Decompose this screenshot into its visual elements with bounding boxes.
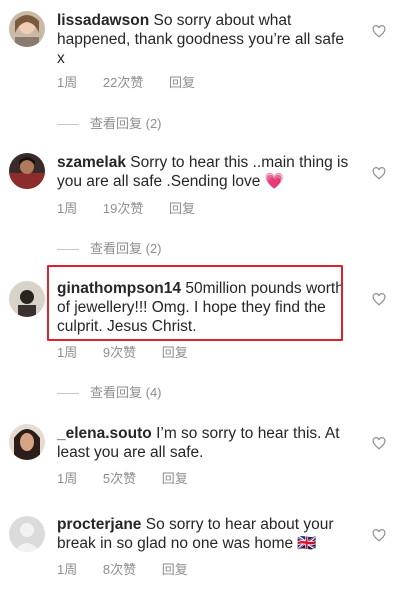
profile-photo-icon: [9, 424, 45, 460]
comment-text: szamelak Sorry to hear this ..main thing…: [57, 153, 349, 191]
reply-button[interactable]: 回复: [162, 559, 188, 578]
comment-time: 1周: [57, 562, 78, 577]
view-replies-label: 查看回复 (2): [90, 241, 162, 256]
comment-meta: 1周 22次赞 回复: [57, 72, 217, 91]
like-count[interactable]: 9次赞: [103, 342, 136, 361]
comment-time: 1周: [57, 201, 78, 216]
view-replies-link[interactable]: 查看回复 (2): [57, 113, 162, 132]
view-replies-link[interactable]: 查看回复 (2): [57, 238, 162, 257]
avatar[interactable]: [9, 281, 45, 317]
profile-photo-icon: [9, 153, 45, 189]
comment-meta: 1周 9次赞 回复: [57, 342, 210, 361]
avatar[interactable]: [9, 516, 45, 552]
comment-text: procterjane So sorry to hear about your …: [57, 515, 349, 553]
reply-button[interactable]: 回复: [169, 72, 195, 91]
comment-time: 1周: [57, 471, 78, 486]
comment-meta: 1周 8次赞 回复: [57, 559, 210, 578]
heart-outline-icon[interactable]: [372, 529, 386, 542]
heart-outline-icon[interactable]: [372, 293, 386, 306]
comment-time: 1周: [57, 75, 78, 90]
profile-photo-icon: [9, 281, 45, 317]
like-count[interactable]: 8次赞: [103, 559, 136, 578]
divider-line: [57, 124, 79, 126]
like-count[interactable]: 5次赞: [103, 468, 136, 487]
avatar[interactable]: [9, 424, 45, 460]
comment-meta: 1周 19次赞 回复: [57, 198, 217, 217]
comment-username[interactable]: procterjane: [57, 516, 141, 533]
view-replies-label: 查看回复 (2): [90, 116, 162, 131]
heart-outline-icon[interactable]: [372, 25, 386, 38]
reply-button[interactable]: 回复: [169, 198, 195, 217]
comment-meta: 1周 5次赞 回复: [57, 468, 210, 487]
highlight-box: [47, 265, 343, 341]
like-count[interactable]: 19次赞: [103, 198, 143, 217]
profile-photo-icon: [9, 11, 45, 47]
comment-username[interactable]: lissadawson: [57, 12, 149, 29]
divider-line: [57, 393, 79, 395]
default-avatar-icon: [9, 516, 45, 552]
comment-time: 1周: [57, 345, 78, 360]
view-replies-label: 查看回复 (4): [90, 385, 162, 400]
comment-username[interactable]: _elena.souto: [57, 425, 152, 442]
like-count[interactable]: 22次赞: [103, 72, 143, 91]
comment-text: _elena.souto I’m so sorry to hear this. …: [57, 424, 349, 462]
view-replies-link[interactable]: 查看回复 (4): [57, 382, 162, 401]
avatar[interactable]: [9, 11, 45, 47]
comment-text: lissadawson So sorry about what happened…: [57, 11, 349, 68]
avatar[interactable]: [9, 153, 45, 189]
reply-button[interactable]: 回复: [162, 342, 188, 361]
reply-button[interactable]: 回复: [162, 468, 188, 487]
heart-outline-icon[interactable]: [372, 167, 386, 180]
divider-line: [57, 249, 79, 251]
comment-username[interactable]: szamelak: [57, 154, 126, 171]
heart-outline-icon[interactable]: [372, 437, 386, 450]
